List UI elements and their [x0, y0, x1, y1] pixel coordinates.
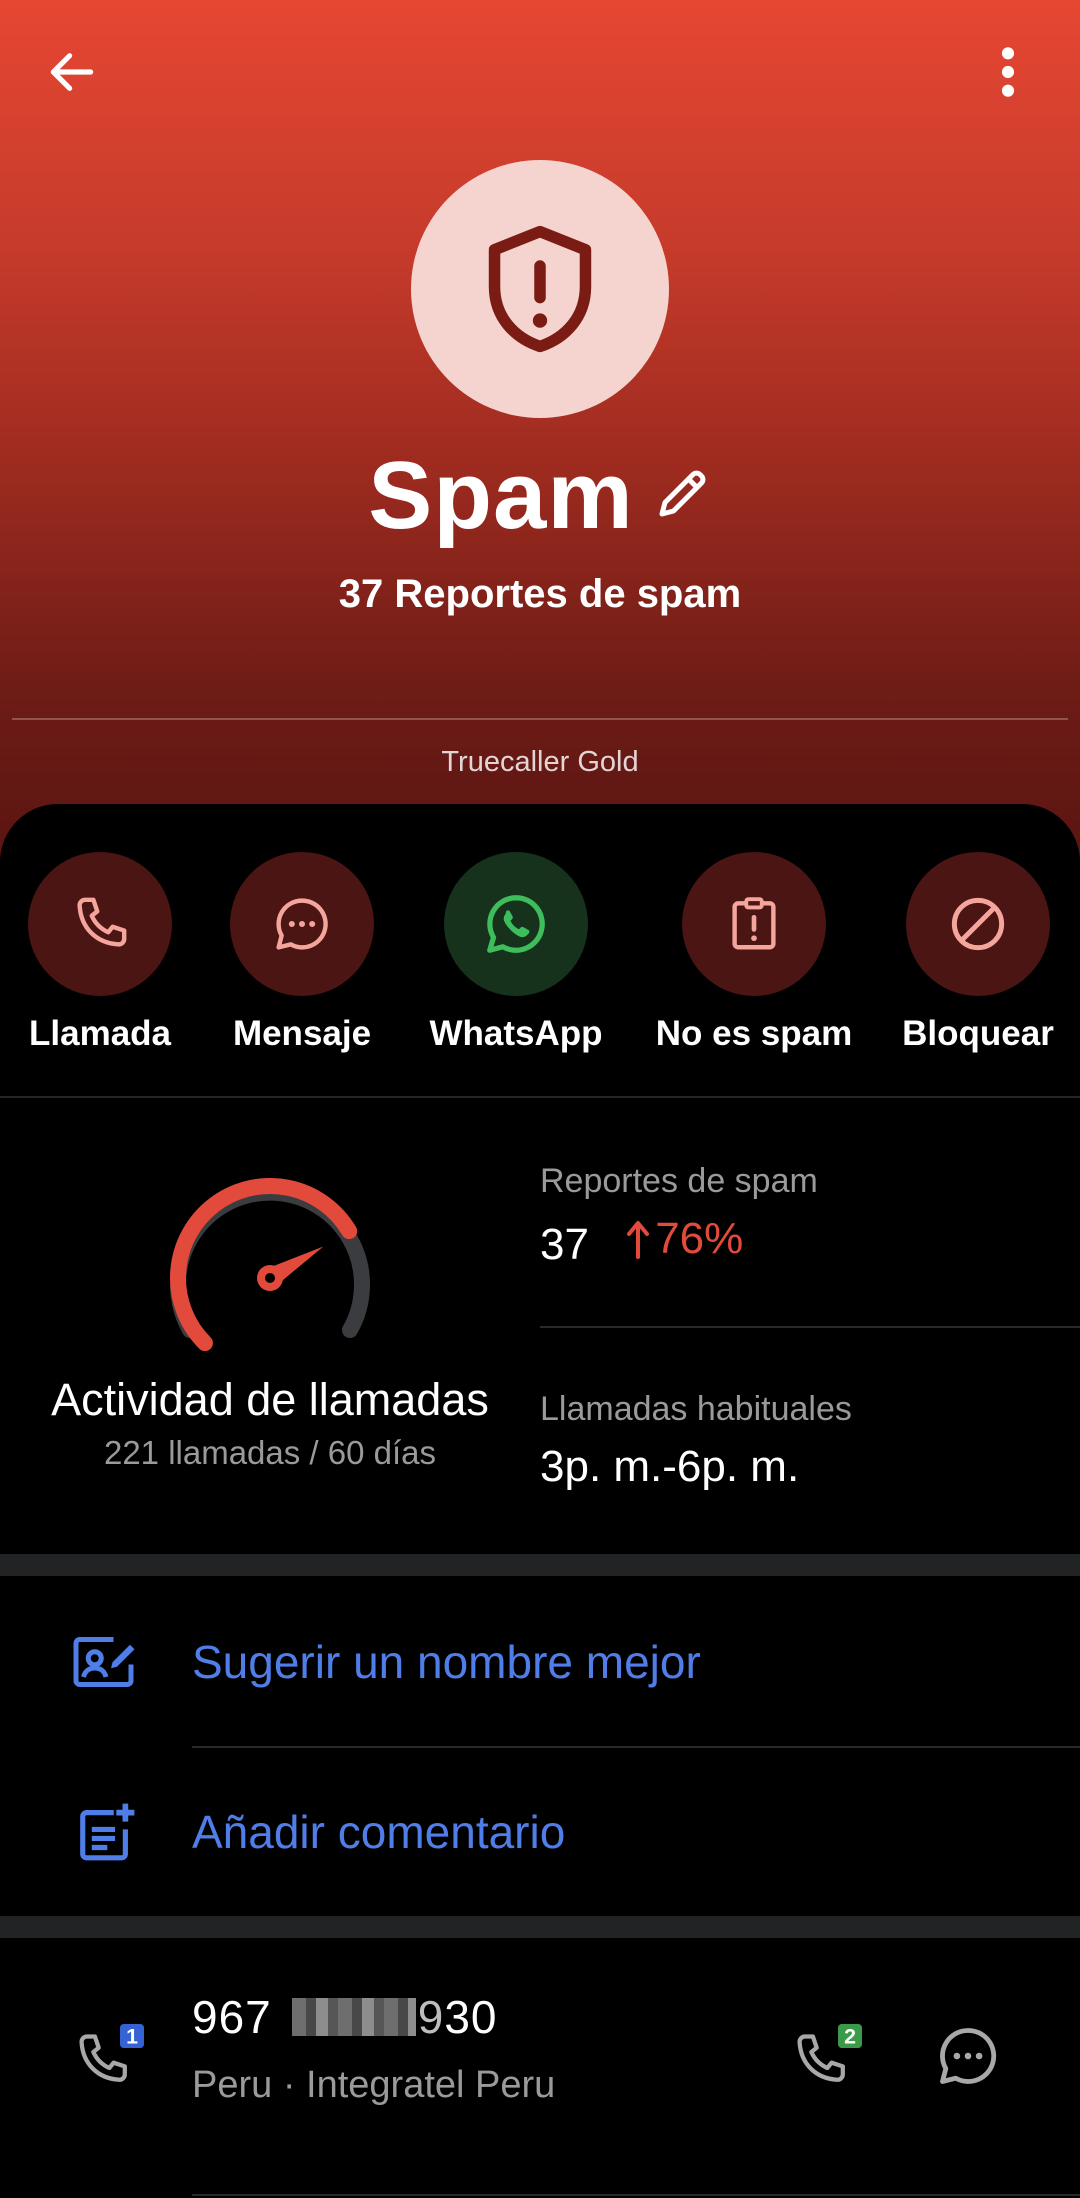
redacted-digits: [291, 1998, 416, 2036]
usual-calls-value: 3p. m.-6p. m.: [540, 1442, 800, 1491]
header-divider: [12, 718, 1068, 720]
spam-report-count: 37 Reportes de spam: [338, 572, 742, 616]
more-vertical-icon: [1001, 47, 1015, 97]
action-bar: Llamada Mensaje WhatsApp No es spam Bloq…: [0, 852, 1080, 1054]
gauge-fill: [170, 1178, 358, 1352]
actions-divider: [0, 1096, 1080, 1098]
back-button[interactable]: [40, 40, 104, 104]
arrow-left-icon: [50, 53, 94, 91]
spam-reports-stat: 37 76%: [540, 1214, 743, 1270]
message-action-button[interactable]: Mensaje: [202, 852, 402, 1054]
add-comment-label: Añadir comentario: [192, 1806, 566, 1858]
phone-number-row: 1 967 9 30 Peru · Integratel Peru 2: [0, 1990, 1080, 2150]
phone-number-partial: 9: [417, 1991, 445, 2043]
call-action-label: Llamada: [29, 1014, 171, 1053]
suggest-name-button[interactable]: Sugerir un nombre mejor: [0, 1602, 1080, 1722]
spam-reports-value: 37: [540, 1220, 589, 1269]
phone-carrier: Peru · Integratel Peru: [192, 2064, 556, 2106]
not-spam-action-label: No es spam: [655, 1014, 853, 1053]
message-bubble-icon: [276, 898, 328, 950]
call-activity-title: Actividad de llamadas: [51, 1374, 489, 1425]
suggest-name-icon-wrap: [70, 1626, 142, 1698]
phone-number-start: 967: [192, 1991, 272, 2043]
note-add-icon: [80, 1803, 135, 1861]
phone-row-divider: [192, 2194, 1080, 2196]
edit-name-button[interactable]: [652, 464, 712, 529]
contact-header: [0, 0, 1080, 860]
whatsapp-action-label: WhatsApp: [429, 1014, 603, 1053]
spam-reports-change-value: 76%: [655, 1214, 744, 1263]
links-divider: [192, 1746, 1080, 1748]
spam-reports-change: 76%: [625, 1214, 743, 1264]
avatar: [411, 160, 669, 418]
phone-number-end: 30: [444, 1991, 498, 2043]
truecaller-gold-badge: Truecaller Gold: [441, 746, 639, 778]
whatsapp-action-circle: [444, 852, 588, 996]
more-options-button[interactable]: [976, 40, 1040, 104]
spam-reports-label: Reportes de spam: [540, 1162, 818, 1200]
not-spam-action-circle: [682, 852, 826, 996]
section-divider: [0, 1554, 1080, 1576]
phone-sim1-icon: 1: [79, 2024, 144, 2082]
sim1-badge-text: 1: [126, 2024, 138, 2048]
whatsapp-icon: [487, 895, 545, 953]
arrow-up-icon: [627, 1221, 650, 1259]
add-comment-button[interactable]: Añadir comentario: [0, 1772, 1080, 1892]
message-bubble-icon: [940, 2028, 997, 2084]
block-action-button[interactable]: Bloquear: [878, 852, 1078, 1054]
phone-number[interactable]: 967 9 30: [192, 1990, 498, 2044]
message-action-circle: [230, 852, 374, 996]
phone-icon: [77, 897, 127, 947]
suggest-name-label: Sugerir un nombre mejor: [192, 1636, 701, 1688]
block-action-circle: [906, 852, 1050, 996]
contact-edit-icon: [73, 1637, 135, 1687]
add-comment-icon-wrap: [70, 1796, 142, 1868]
contact-name-row: Spam: [0, 448, 1080, 544]
not-spam-action-button[interactable]: No es spam: [654, 852, 854, 1054]
call-activity-gauge: [170, 1178, 370, 1352]
clipboard-alert-icon: [732, 897, 776, 950]
section-divider-2: [0, 1916, 1080, 1938]
sms-button[interactable]: [932, 2020, 1012, 2100]
message-action-label: Mensaje: [232, 1014, 372, 1053]
call-sim2-button[interactable]: 2: [790, 2020, 870, 2100]
block-icon: [951, 897, 1005, 951]
call-sim1-button[interactable]: 1: [72, 2020, 152, 2100]
call-action-circle: [28, 852, 172, 996]
shield-alert-icon: [488, 225, 592, 353]
phone-sim2-icon: 2: [797, 2024, 862, 2082]
pencil-icon: [659, 470, 706, 516]
page-title: Spam: [368, 442, 634, 549]
whatsapp-action-button[interactable]: WhatsApp: [416, 852, 616, 1054]
stats-divider: [540, 1326, 1080, 1328]
usual-calls-label: Llamadas habituales: [540, 1390, 852, 1428]
block-action-label: Bloquear: [902, 1014, 1054, 1053]
sim2-badge-text: 2: [844, 2024, 856, 2048]
call-action-button[interactable]: Llamada: [0, 852, 200, 1054]
call-activity-summary: 221 llamadas / 60 días: [103, 1434, 437, 1471]
